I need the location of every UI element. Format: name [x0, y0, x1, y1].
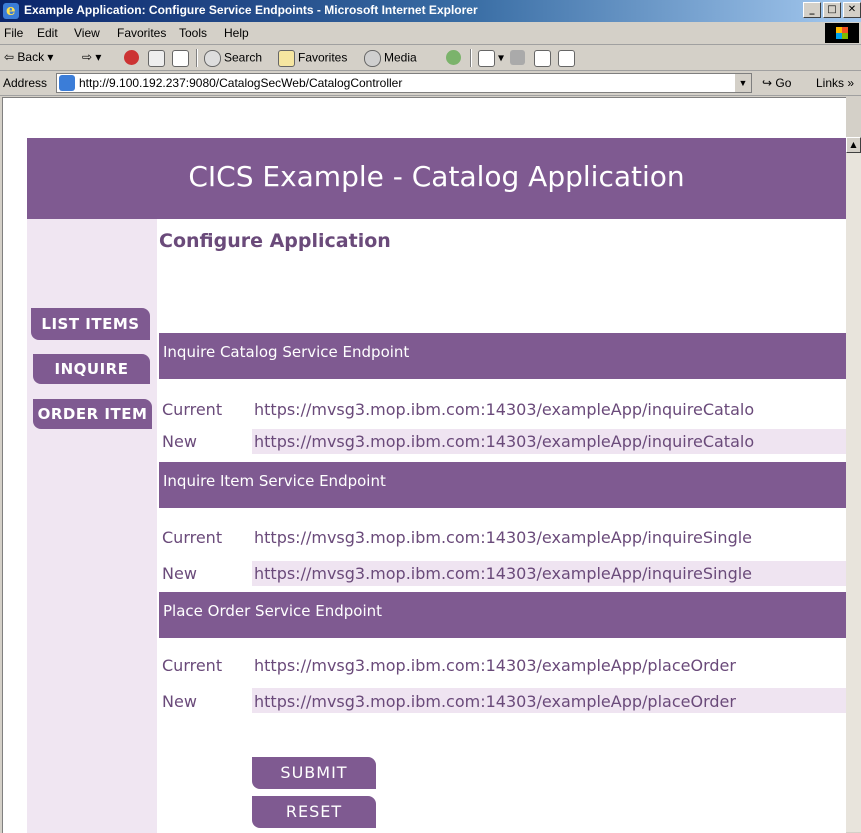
- nav-inquire[interactable]: INQUIRE: [33, 354, 150, 384]
- section-title: Inquire Item Service Endpoint: [163, 472, 386, 490]
- left-nav: LIST ITEMS INQUIRE ORDER ITEM: [27, 219, 157, 833]
- nav-order-item[interactable]: ORDER ITEM: [33, 399, 152, 429]
- links-label: Links: [816, 76, 845, 90]
- home-button[interactable]: [172, 50, 192, 67]
- menu-edit[interactable]: Edit: [37, 26, 58, 40]
- current-endpoint: https://mvsg3.mop.ibm.com:14303/exampleA…: [254, 400, 755, 419]
- ie-icon: [3, 1, 19, 19]
- window-titlebar: Example Application: Configure Service E…: [0, 0, 861, 22]
- menu-view[interactable]: View: [74, 26, 100, 40]
- edit-icon: [534, 50, 551, 67]
- address-label: Address: [3, 76, 48, 90]
- edit-button[interactable]: [534, 50, 554, 67]
- nav-list-items[interactable]: LIST ITEMS: [31, 308, 150, 340]
- stop-button[interactable]: [124, 50, 142, 66]
- current-label: Current: [162, 656, 223, 675]
- minimize-button[interactable]: _: [803, 2, 821, 18]
- page-header-title: CICS Example - Catalog Application: [188, 160, 685, 193]
- content-area: CICS Example - Catalog Application LIST …: [2, 97, 846, 833]
- reset-button[interactable]: RESET: [252, 796, 376, 828]
- new-label: New: [162, 692, 197, 711]
- chevron-down-icon[interactable]: ▼: [734, 74, 751, 92]
- refresh-icon: [148, 50, 165, 67]
- menu-tools[interactable]: Tools: [179, 26, 207, 40]
- search-button[interactable]: Search: [204, 50, 262, 67]
- favorites-icon: [278, 50, 295, 67]
- mail-button[interactable]: ▾: [478, 50, 504, 67]
- media-label: Media: [384, 50, 417, 65]
- discuss-icon: [558, 50, 575, 67]
- submit-button[interactable]: SUBMIT: [252, 757, 376, 789]
- current-endpoint: https://mvsg3.mop.ibm.com:14303/exampleA…: [254, 656, 736, 675]
- scroll-up-icon[interactable]: ▲: [846, 137, 861, 153]
- search-label: Search: [224, 50, 263, 65]
- new-endpoint-value: https://mvsg3.mop.ibm.com:14303/exampleA…: [254, 432, 755, 451]
- page-header: CICS Example - Catalog Application: [27, 138, 846, 219]
- address-url: http://9.100.192.237:9080/CatalogSecWeb/…: [79, 76, 403, 90]
- window-title: Example Application: Configure Service E…: [24, 3, 478, 17]
- address-bar: Address http://9.100.192.237:9080/Catalo…: [0, 71, 861, 96]
- section-header: Place Order Service Endpoint: [159, 592, 846, 638]
- links-button[interactable]: Links »: [816, 76, 854, 90]
- stop-icon: [124, 50, 139, 66]
- media-button[interactable]: Media: [364, 50, 417, 67]
- section-header: Inquire Item Service Endpoint: [159, 462, 846, 508]
- current-label: Current: [162, 400, 223, 419]
- history-button[interactable]: [446, 50, 464, 66]
- toolbar: ⇦ Back ▾ ⇨ ▾ Search Favorites Media ▾: [0, 45, 861, 71]
- go-button[interactable]: ↪ Go: [762, 76, 791, 90]
- new-endpoint-value: https://mvsg3.mop.ibm.com:14303/exampleA…: [254, 564, 753, 583]
- print-button[interactable]: [510, 50, 528, 66]
- back-button[interactable]: ⇦ Back ▾: [4, 50, 53, 64]
- current-label: Current: [162, 528, 223, 547]
- close-button[interactable]: ✕: [843, 2, 861, 18]
- back-label: Back: [17, 50, 45, 64]
- refresh-button[interactable]: [148, 50, 168, 67]
- maximize-button[interactable]: □: [823, 2, 841, 18]
- search-icon: [204, 50, 221, 67]
- menu-bar: File Edit View Favorites Tools Help: [0, 22, 861, 45]
- media-icon: [364, 50, 381, 67]
- section-title: Place Order Service Endpoint: [163, 602, 383, 620]
- current-endpoint: https://mvsg3.mop.ibm.com:14303/exampleA…: [254, 528, 753, 547]
- windows-logo-icon: [825, 23, 859, 43]
- vertical-scrollbar[interactable]: ▲: [846, 137, 861, 832]
- section-title: Inquire Catalog Service Endpoint: [163, 343, 410, 361]
- favorites-button[interactable]: Favorites: [278, 50, 347, 67]
- mail-icon: [478, 50, 495, 67]
- new-label: New: [162, 564, 197, 583]
- home-icon: [172, 50, 189, 67]
- history-icon: [446, 50, 461, 66]
- new-endpoint-value: https://mvsg3.mop.ibm.com:14303/exampleA…: [254, 692, 736, 711]
- new-label: New: [162, 432, 197, 451]
- discuss-button[interactable]: [558, 50, 578, 67]
- favorites-label: Favorites: [298, 50, 348, 65]
- page-title: Configure Application: [159, 230, 391, 252]
- address-input[interactable]: http://9.100.192.237:9080/CatalogSecWeb/…: [56, 73, 752, 93]
- menu-help[interactable]: Help: [224, 26, 249, 40]
- forward-button[interactable]: ⇨ ▾: [82, 50, 101, 64]
- window-controls: _ □ ✕: [803, 2, 861, 18]
- menu-file[interactable]: File: [4, 26, 23, 40]
- section-header: Inquire Catalog Service Endpoint: [159, 333, 846, 379]
- print-icon: [510, 50, 525, 66]
- go-label: Go: [775, 76, 792, 90]
- page-icon: [59, 75, 75, 91]
- menu-favorites[interactable]: Favorites: [117, 26, 166, 40]
